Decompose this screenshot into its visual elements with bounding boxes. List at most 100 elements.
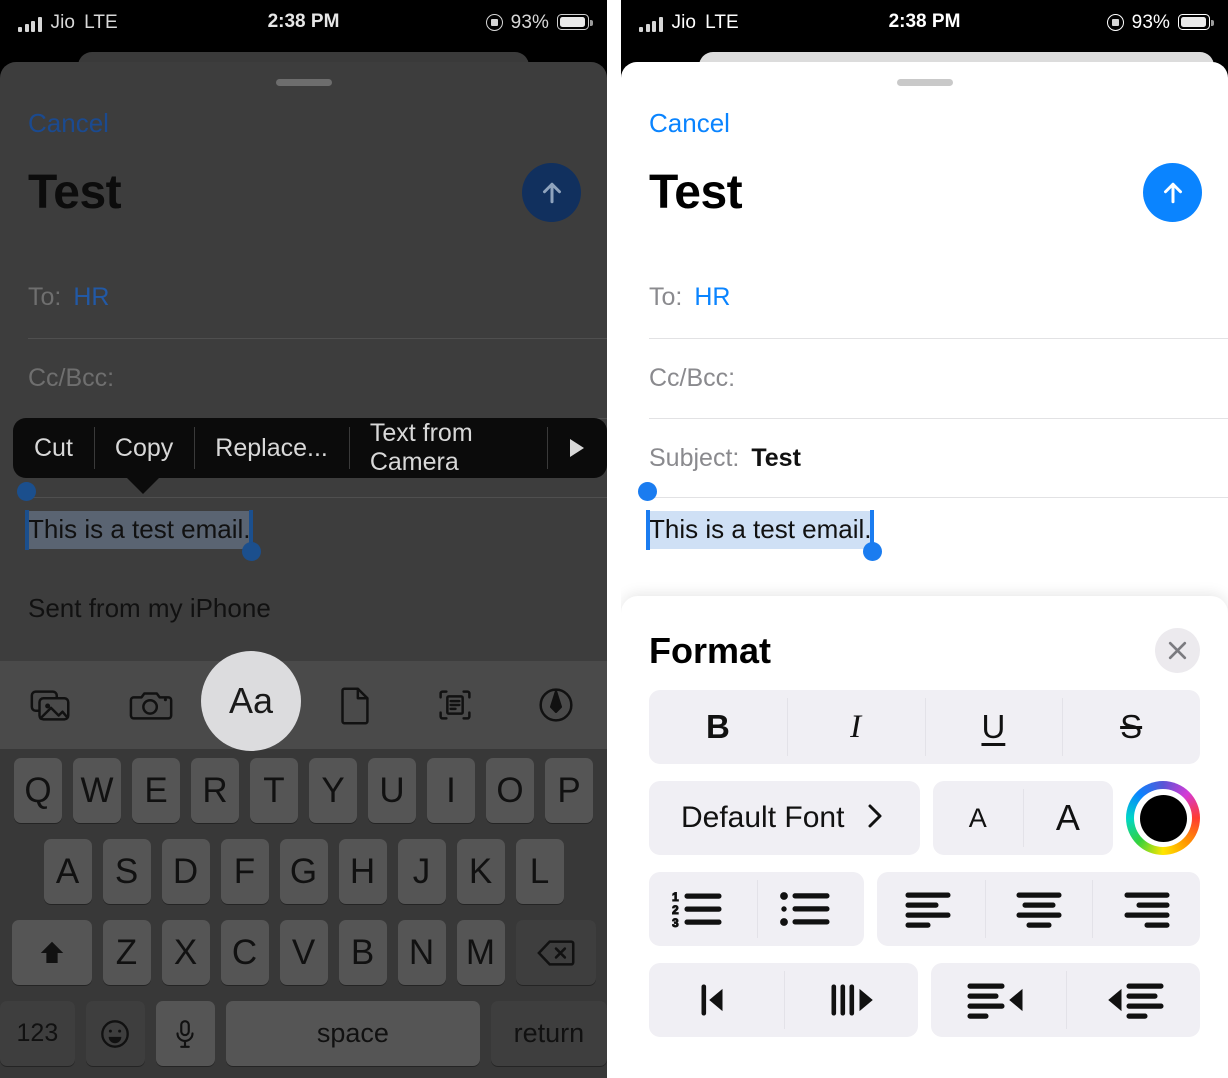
- key-M[interactable]: M: [456, 920, 505, 985]
- key-R[interactable]: R: [191, 758, 239, 823]
- decrease-font-size-button[interactable]: A: [933, 781, 1023, 855]
- key-H[interactable]: H: [338, 839, 387, 904]
- increase-indent-bar-button[interactable]: [783, 963, 919, 1037]
- to-value-right: HR: [694, 282, 731, 311]
- key-T[interactable]: T: [250, 758, 298, 823]
- key-Z[interactable]: Z: [102, 920, 151, 985]
- selection-start-bar-left[interactable]: [25, 510, 29, 550]
- key-N[interactable]: N: [397, 920, 446, 985]
- selection-end-handle-right[interactable]: [862, 542, 882, 561]
- align-right-icon: [1124, 892, 1170, 928]
- camera-icon[interactable]: [126, 681, 178, 729]
- color-picker-wheel-icon[interactable]: [1126, 781, 1200, 855]
- send-button-left[interactable]: [522, 163, 581, 222]
- key-A[interactable]: A: [43, 839, 92, 904]
- key-V[interactable]: V: [279, 920, 328, 985]
- small-a-label: A: [968, 802, 987, 833]
- key-S[interactable]: S: [102, 839, 151, 904]
- key-D[interactable]: D: [161, 839, 210, 904]
- document-icon[interactable]: [328, 681, 380, 729]
- key-J[interactable]: J: [397, 839, 446, 904]
- indent-button[interactable]: [1065, 963, 1201, 1037]
- send-button-right[interactable]: [1143, 163, 1202, 222]
- format-sheet-title: Format: [649, 629, 772, 671]
- key-X[interactable]: X: [161, 920, 210, 985]
- photo-library-icon[interactable]: [25, 681, 77, 729]
- decrease-indent-bar-button[interactable]: [649, 963, 784, 1037]
- close-x-icon: [1168, 641, 1187, 660]
- bulleted-list-button[interactable]: [756, 872, 865, 946]
- cancel-button-right[interactable]: Cancel: [649, 108, 1228, 139]
- key-Q[interactable]: Q: [14, 758, 62, 823]
- key-F[interactable]: F: [220, 839, 269, 904]
- strikethrough-button[interactable]: S: [1062, 690, 1200, 764]
- bold-button[interactable]: B: [649, 690, 787, 764]
- markup-pen-icon[interactable]: [530, 681, 582, 729]
- battery-percent-label: 93%: [510, 11, 549, 33]
- space-key[interactable]: space: [225, 1001, 480, 1066]
- font-picker-segment[interactable]: Default Font: [649, 781, 920, 855]
- ccbcc-field-right[interactable]: Cc/Bcc:: [621, 339, 1228, 418]
- to-field-left[interactable]: To: HR: [0, 256, 607, 338]
- align-right-button[interactable]: [1092, 872, 1200, 946]
- menu-more-button[interactable]: [547, 418, 607, 478]
- underline-label: U: [981, 708, 1006, 745]
- menu-item-cut[interactable]: Cut: [13, 418, 94, 478]
- emoji-key[interactable]: [85, 1001, 145, 1066]
- to-field-right[interactable]: To: HR: [621, 256, 1228, 338]
- selection-start-handle-right[interactable]: [638, 482, 657, 501]
- menu-item-text-from-camera[interactable]: Text from Camera: [348, 418, 547, 478]
- backspace-delete-icon: [536, 939, 574, 966]
- compose-title-right: Test: [649, 166, 743, 219]
- body-text-right: This is a test email.: [649, 511, 872, 549]
- subject-field-right[interactable]: Subject: Test: [621, 419, 1228, 497]
- backspace-key[interactable]: [515, 920, 596, 985]
- status-bar-right: Jio LTE 2:38 PM 93%: [621, 0, 1228, 44]
- to-label-right: To:: [649, 282, 683, 311]
- divider-subject-left: [28, 497, 607, 498]
- key-E[interactable]: E: [132, 758, 180, 823]
- key-L[interactable]: L: [515, 839, 564, 904]
- numbered-list-button[interactable]: 1 2 3: [649, 872, 757, 946]
- key-C[interactable]: C: [220, 920, 269, 985]
- body-area-left[interactable]: This is a test email. Sent from my iPhon…: [0, 482, 607, 624]
- dictation-key[interactable]: [155, 1001, 215, 1066]
- align-center-button[interactable]: [984, 872, 1093, 946]
- key-P[interactable]: P: [545, 758, 593, 823]
- key-B[interactable]: B: [338, 920, 387, 985]
- ccbcc-field-left[interactable]: Cc/Bcc:: [0, 339, 607, 418]
- text-format-aa-button-highlighted[interactable]: Aa: [201, 651, 301, 751]
- key-O[interactable]: O: [486, 758, 534, 823]
- font-picker-button[interactable]: Default Font: [649, 781, 920, 855]
- sheet-grabber-right[interactable]: [896, 79, 953, 86]
- numbers-key[interactable]: 123: [0, 1001, 75, 1066]
- key-Y[interactable]: Y: [309, 758, 357, 823]
- shift-key[interactable]: [11, 920, 92, 985]
- to-label-left: To:: [28, 282, 62, 311]
- menu-item-copy[interactable]: Copy: [93, 418, 194, 478]
- key-G[interactable]: G: [279, 839, 328, 904]
- increase-font-size-button[interactable]: A: [1022, 781, 1113, 855]
- selection-end-handle-left[interactable]: [241, 542, 261, 561]
- scan-document-icon[interactable]: [429, 681, 481, 729]
- align-left-button[interactable]: [877, 872, 985, 946]
- key-I[interactable]: I: [427, 758, 475, 823]
- alignment-segment: [877, 872, 1200, 946]
- keyboard-row-3: Z X C V B N M: [0, 920, 607, 985]
- key-U[interactable]: U: [368, 758, 416, 823]
- selection-start-bar-right[interactable]: [646, 510, 650, 550]
- menu-item-replace[interactable]: Replace...: [194, 418, 349, 478]
- key-K[interactable]: K: [456, 839, 505, 904]
- italic-button[interactable]: I: [786, 690, 925, 764]
- return-key[interactable]: return: [490, 1001, 607, 1066]
- key-W[interactable]: W: [73, 758, 121, 823]
- edit-menu-left[interactable]: Cut Copy Replace... Text from Camera: [13, 418, 607, 478]
- triangle-right-icon: [570, 439, 584, 457]
- outdent-button[interactable]: [931, 963, 1066, 1037]
- format-close-button[interactable]: [1155, 628, 1200, 673]
- sheet-grabber-left[interactable]: [275, 79, 332, 86]
- selection-start-handle-left[interactable]: [17, 482, 36, 501]
- underline-button[interactable]: U: [924, 690, 1063, 764]
- status-left-group-right: Jio LTE: [639, 13, 739, 32]
- cancel-button-left[interactable]: Cancel: [28, 108, 607, 139]
